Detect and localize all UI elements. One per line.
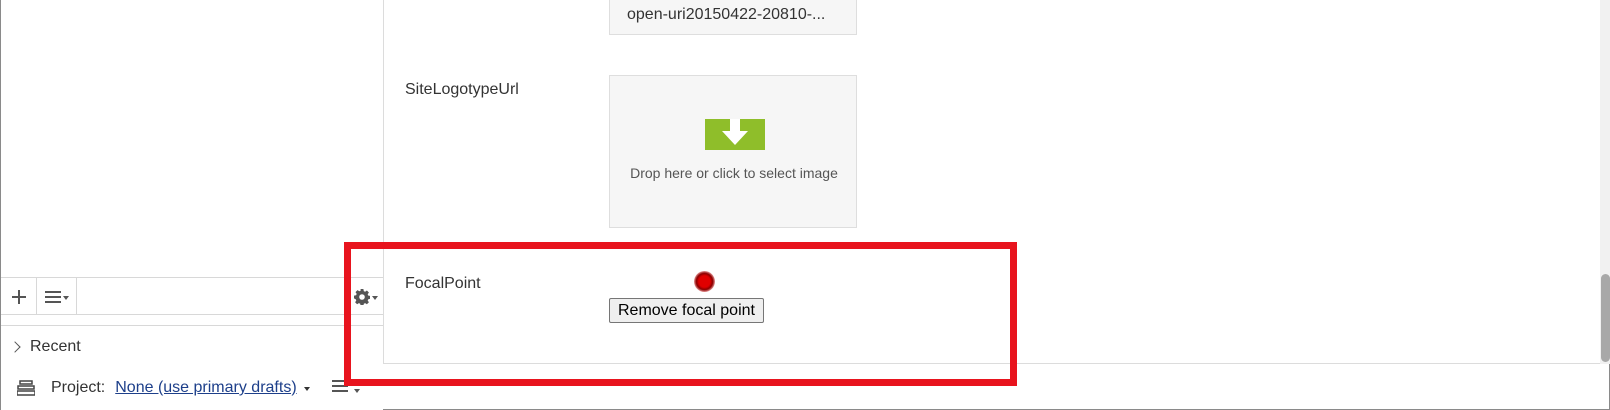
add-button[interactable] — [1, 278, 37, 315]
project-menu-button[interactable] — [331, 379, 361, 398]
settings-button[interactable] — [349, 278, 383, 315]
left-pane: Recent Project: None (use primary drafts… — [1, 0, 383, 410]
recent-label: Recent — [30, 337, 81, 355]
chevron-down-icon — [62, 296, 69, 300]
drop-zone-text: Drop here or click to select image — [630, 165, 838, 181]
left-toolbar — [1, 277, 383, 315]
list-menu-button[interactable] — [37, 278, 77, 315]
file-name-field[interactable]: open-uri20150422-20810-... — [609, 0, 857, 35]
focal-point-marker[interactable] — [694, 271, 715, 292]
image-drop-zone[interactable]: Drop here or click to select image — [609, 75, 857, 228]
project-dropdown[interactable]: None (use primary drafts) — [115, 379, 296, 397]
project-stack-icon — [17, 380, 35, 396]
download-arrow-icon — [705, 119, 765, 150]
remove-focal-point-button[interactable]: Remove focal point — [609, 298, 764, 323]
site-logotype-label: SiteLogotypeUrl — [405, 81, 519, 98]
chevron-down-icon[interactable] — [303, 386, 310, 391]
plus-icon — [11, 289, 26, 304]
chevron-right-icon — [9, 340, 21, 353]
list-menu-icon — [331, 379, 348, 392]
chevron-down-icon — [372, 296, 378, 300]
app-window: Recent Project: None (use primary drafts… — [0, 0, 1610, 410]
gear-icon — [354, 288, 370, 305]
project-selector-row: Project: None (use primary drafts) — [1, 373, 401, 403]
properties-panel: open-uri20150422-20810-... SiteLogotypeU… — [383, 0, 1600, 364]
focal-point-label: FocalPoint — [405, 275, 481, 292]
project-label: Project: — [51, 379, 106, 396]
chevron-down-icon — [354, 388, 361, 393]
recent-section-toggle[interactable]: Recent — [1, 325, 383, 367]
scrollbar-thumb[interactable] — [1601, 274, 1610, 362]
scrollbar[interactable] — [1600, 0, 1610, 364]
list-menu-icon — [44, 290, 61, 303]
